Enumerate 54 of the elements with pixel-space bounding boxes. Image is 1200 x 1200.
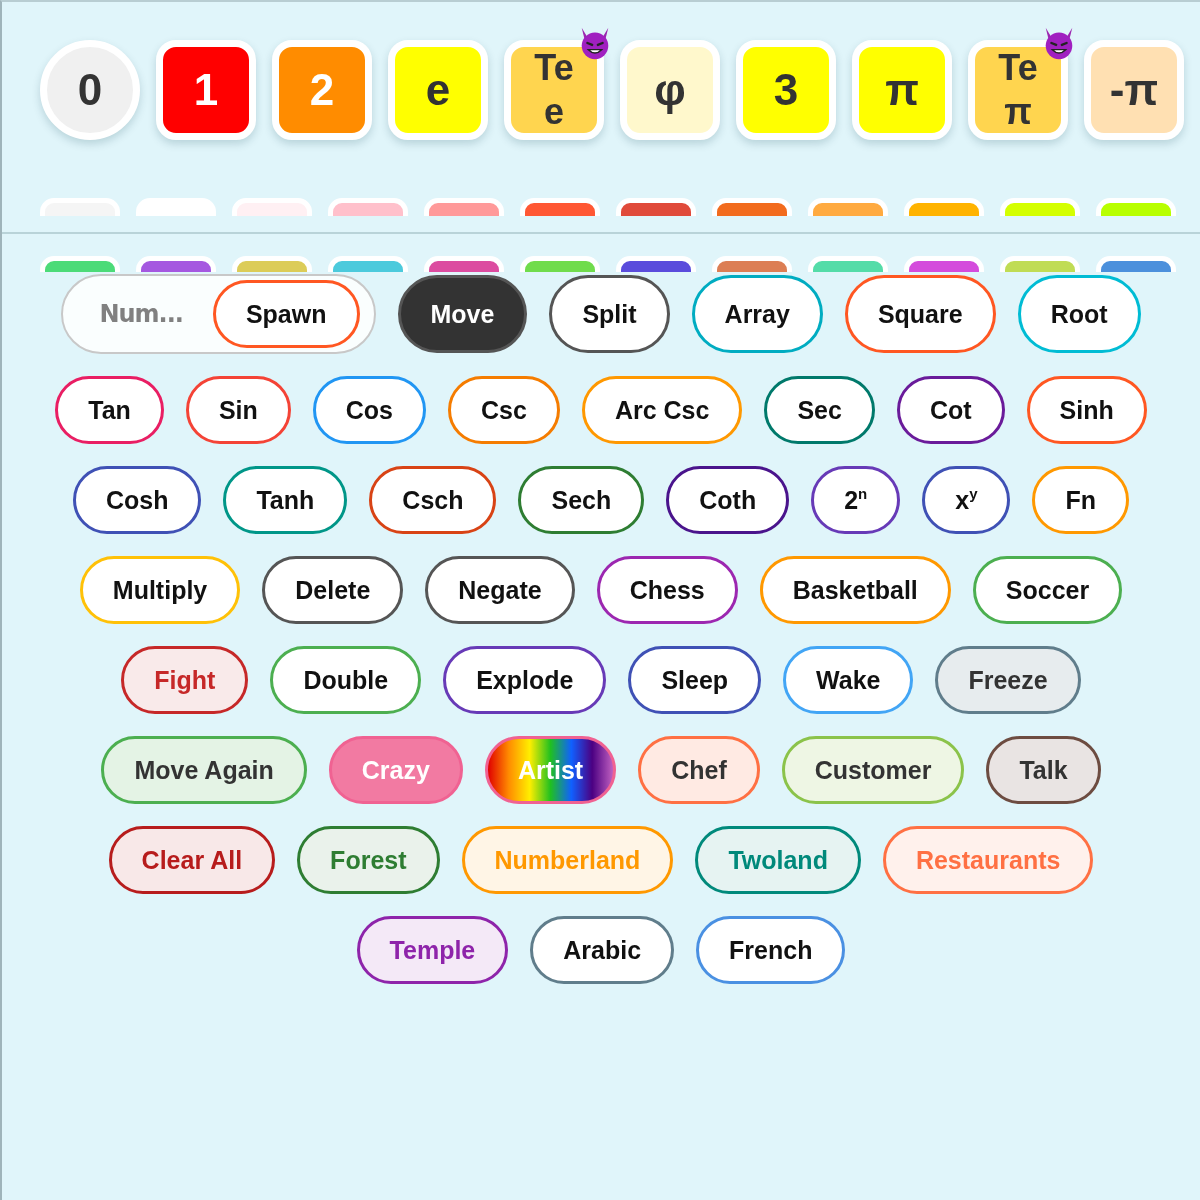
pill-button[interactable]: Chess — [596, 556, 738, 624]
pill-button[interactable]: Chef — [638, 736, 760, 804]
pill-button[interactable]: Cos — [312, 376, 426, 444]
pill-button[interactable]: Spawn — [212, 280, 360, 348]
pill-button[interactable]: Tanh — [223, 466, 348, 534]
pill-button[interactable]: Csch — [369, 466, 497, 534]
pill-button[interactable]: Customer — [781, 736, 965, 804]
pill-button[interactable]: Explode — [443, 646, 607, 714]
pill-button[interactable]: Twoland — [695, 826, 861, 894]
pill-button[interactable]: Split — [549, 275, 670, 353]
selected-button[interactable]: Move — [397, 275, 528, 353]
number-tile[interactable]: 0 — [40, 40, 140, 140]
pill-button[interactable]: Arabic — [530, 916, 675, 984]
pill-button[interactable]: Double — [270, 646, 422, 714]
pill-button[interactable]: Sech — [518, 466, 645, 534]
pill-button[interactable]: Cot — [896, 376, 1005, 444]
pill-button[interactable]: Freeze — [935, 646, 1081, 714]
number-tile[interactable]: 3 — [736, 40, 836, 140]
panel-label: Num... — [99, 300, 183, 328]
pill-button[interactable]: Forest — [297, 826, 440, 894]
pill-button[interactable]: Arc Csc — [581, 376, 743, 444]
pill-button[interactable]: Basketball — [759, 556, 951, 624]
pill-button[interactable]: 2$^{n}$ — [811, 466, 901, 534]
pill-button[interactable]: Cosh — [72, 466, 202, 534]
pill-button[interactable]: Wake — [783, 646, 914, 714]
pill-button[interactable]: Csc — [448, 376, 560, 444]
pill-button[interactable]: Array — [691, 275, 823, 353]
pill-button[interactable]: Move Again — [101, 736, 307, 804]
pill-button[interactable]: Fn — [1032, 466, 1130, 534]
pill-button[interactable]: Talk — [986, 736, 1101, 804]
pill-button[interactable]: Negate — [425, 556, 575, 624]
pill-button[interactable]: Soccer — [972, 556, 1123, 624]
pill-button[interactable]: Temple — [356, 916, 509, 984]
pill-button[interactable]: Multiply — [79, 556, 241, 624]
number-tile[interactable]: Te e — [504, 40, 604, 140]
pill-button[interactable]: Square — [844, 275, 996, 353]
pill-button[interactable]: Sec — [764, 376, 875, 444]
pill-button[interactable]: Sleep — [628, 646, 762, 714]
number-tile[interactable]: φ — [620, 40, 720, 140]
number-tile[interactable]: e — [388, 40, 488, 140]
pill-button[interactable]: Root — [1017, 275, 1141, 353]
pill-button[interactable]: Fight — [121, 646, 249, 714]
number-tile[interactable]: Te π — [968, 40, 1068, 140]
pill-button[interactable]: Tan — [55, 376, 164, 444]
number-tile[interactable]: -π — [1084, 40, 1184, 140]
pill-button[interactable]: Coth — [666, 466, 790, 534]
pill-button[interactable]: French — [696, 916, 846, 984]
pill-button[interactable]: x$^{y}$ — [922, 466, 1011, 534]
pill-button[interactable]: Clear All — [108, 826, 276, 894]
pill-button[interactable]: Sinh — [1026, 376, 1147, 444]
number-tile[interactable]: 1 — [156, 40, 256, 140]
number-tile[interactable]: π — [852, 40, 952, 140]
pill-button[interactable]: Sin — [185, 376, 291, 444]
pill-button[interactable]: Delete — [262, 556, 404, 624]
